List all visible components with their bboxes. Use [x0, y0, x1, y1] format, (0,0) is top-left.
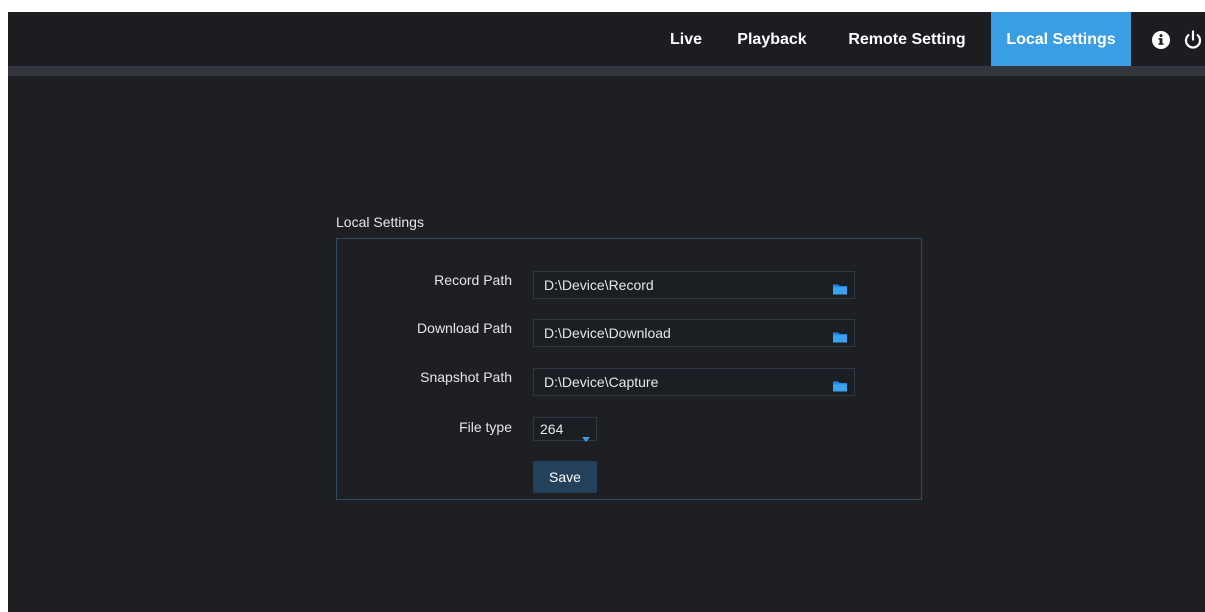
- download-path-label: Download Path: [417, 320, 512, 336]
- download-path-value: D:\Device\Download: [544, 325, 671, 341]
- snapshot-path-label: Snapshot Path: [420, 369, 512, 385]
- snapshot-path-folder-icon[interactable]: [832, 375, 848, 392]
- snapshot-path-value: D:\Device\Capture: [544, 374, 659, 390]
- download-path-folder-icon[interactable]: [832, 326, 848, 343]
- file-type-select[interactable]: 264: [533, 417, 597, 442]
- record-path-value: D:\Device\Record: [544, 277, 654, 293]
- nav-local-settings[interactable]: Local Settings: [991, 12, 1131, 66]
- record-path-field[interactable]: D:\Device\Record: [533, 271, 855, 299]
- save-button[interactable]: Save: [533, 461, 597, 493]
- nav-remote-setting[interactable]: Remote Setting: [832, 12, 982, 66]
- caret-down-icon: [582, 427, 590, 442]
- sub-header-bar: [8, 66, 1205, 76]
- download-path-field[interactable]: D:\Device\Download: [533, 319, 855, 347]
- section-title: Local Settings: [336, 214, 424, 230]
- app-window: Live Playback Remote Setting Local Setti…: [8, 12, 1205, 612]
- info-icon[interactable]: [1150, 29, 1172, 51]
- snapshot-path-field[interactable]: D:\Device\Capture: [533, 368, 855, 396]
- nav-live[interactable]: Live: [658, 12, 714, 66]
- local-settings-panel: Record Path D:\Device\Record Download Pa…: [336, 238, 922, 500]
- nav-playback[interactable]: Playback: [724, 12, 820, 66]
- file-type-label: File type: [459, 419, 512, 435]
- record-path-folder-icon[interactable]: [832, 278, 848, 295]
- power-icon[interactable]: [1182, 29, 1204, 51]
- file-type-value: 264: [540, 421, 564, 437]
- record-path-label: Record Path: [434, 272, 512, 288]
- top-navigation-bar: Live Playback Remote Setting Local Setti…: [8, 12, 1205, 66]
